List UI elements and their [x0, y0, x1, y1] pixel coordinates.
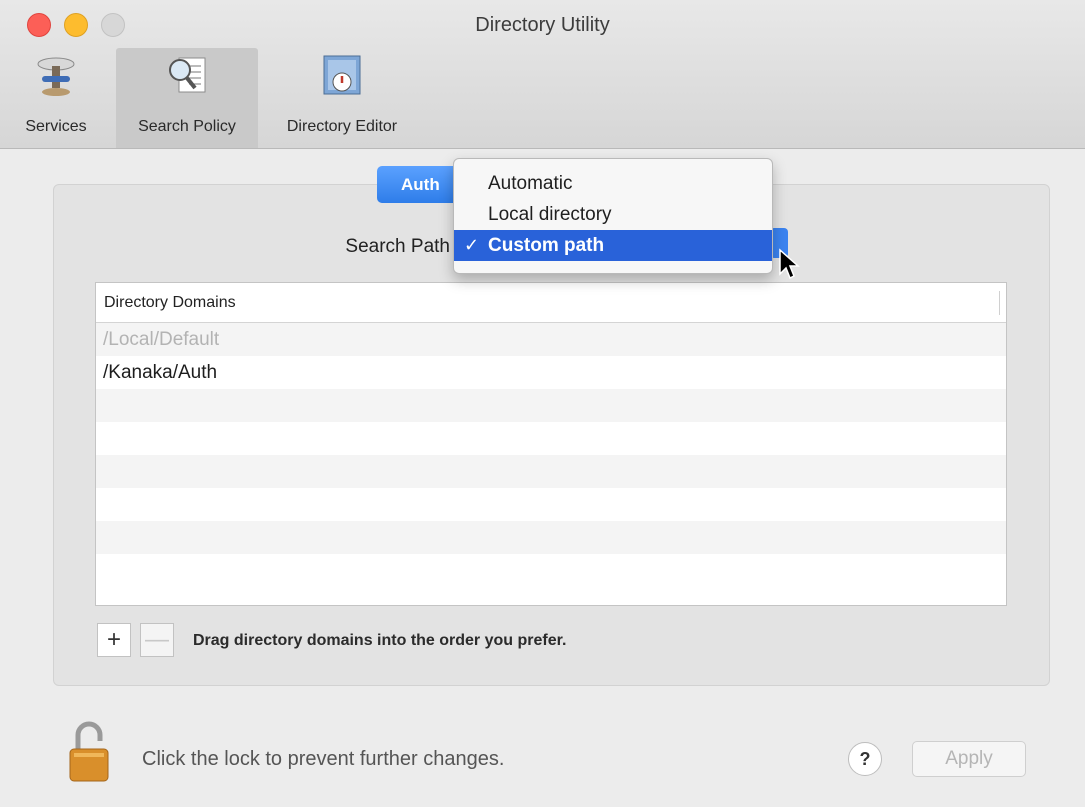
- directory-editor-icon: [323, 55, 361, 95]
- toolbar-search-policy[interactable]: Search Policy: [116, 48, 258, 148]
- menu-item-automatic[interactable]: Automatic: [454, 168, 772, 199]
- table-row[interactable]: /Local/Default: [96, 323, 1006, 356]
- table-row: [96, 422, 1006, 455]
- remove-domain-button[interactable]: —: [140, 623, 174, 657]
- mouse-pointer-icon: [779, 248, 800, 280]
- toolbar-item-label: Services: [25, 118, 87, 135]
- lock-icon[interactable]: [66, 719, 112, 783]
- search-path-menu: Automatic Local directory ✓ Custom path: [453, 158, 773, 274]
- menu-item-custom-path[interactable]: ✓ Custom path: [454, 230, 772, 261]
- lock-status-text: Click the lock to prevent further change…: [142, 748, 505, 770]
- column-separator: [999, 291, 1000, 315]
- checkmark-icon: ✓: [464, 235, 480, 255]
- table-row[interactable]: /Kanaka/Auth: [96, 356, 1006, 389]
- table-rows: /Local/Default /Kanaka/Auth: [96, 323, 1006, 587]
- add-domain-button[interactable]: +: [97, 623, 131, 657]
- menu-item-local-directory[interactable]: Local directory: [454, 199, 772, 230]
- table-header[interactable]: Directory Domains: [96, 283, 1006, 323]
- drag-hint-text: Drag directory domains into the order yo…: [193, 632, 567, 649]
- titlebar: Directory Utility Services Search Policy…: [0, 0, 1085, 149]
- menu-item-label: Automatic: [488, 172, 573, 194]
- toolbar-services[interactable]: Services: [0, 48, 112, 148]
- window-title: Directory Utility: [475, 14, 610, 36]
- table-row: [96, 521, 1006, 554]
- toolbar-directory-editor[interactable]: Directory Editor: [262, 48, 422, 148]
- search-path-label: Search Path: [345, 236, 450, 257]
- search-policy-icon: [169, 57, 206, 93]
- directory-domains-table: Directory Domains /Local/Default /Kanaka…: [95, 282, 1007, 606]
- menu-item-label: Local directory: [488, 203, 612, 225]
- menu-item-label: Custom path: [488, 234, 605, 256]
- toolbar-item-label: Directory Editor: [286, 118, 398, 135]
- services-icon: [37, 57, 75, 96]
- table-row: [96, 554, 1006, 587]
- directory-utility-window: Directory Utility Services Search Policy…: [0, 0, 1085, 807]
- table-row: [96, 488, 1006, 521]
- table-row: [96, 389, 1006, 422]
- column-header-directory-domains: Directory Domains: [104, 293, 236, 311]
- toolbar-item-label: Search Policy: [138, 118, 236, 135]
- table-row: [96, 455, 1006, 488]
- help-button[interactable]: ?: [848, 742, 882, 776]
- apply-button[interactable]: Apply: [912, 741, 1026, 777]
